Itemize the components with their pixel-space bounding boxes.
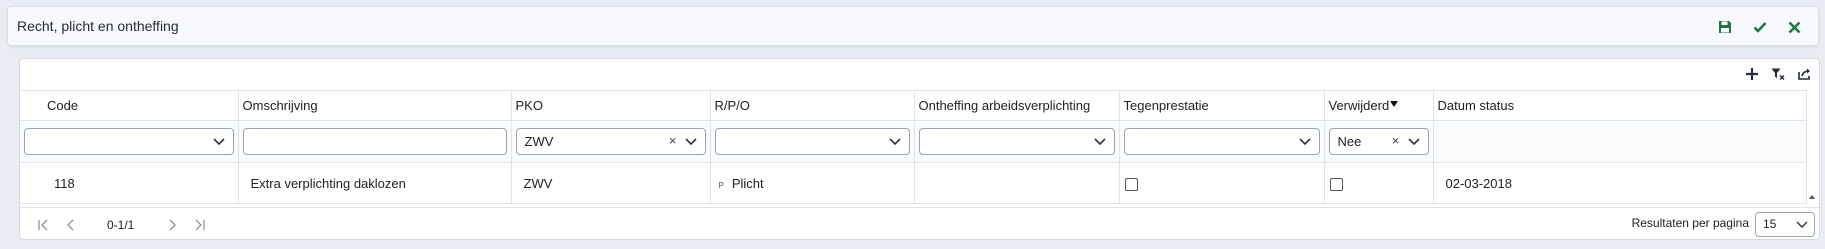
chevron-left-icon	[67, 219, 74, 231]
last-page-button[interactable]	[186, 216, 214, 234]
header-row: Code Omschrijving PKO R/P/O Ontheffing a…	[20, 90, 1807, 121]
cell-pko: ZWV	[511, 162, 711, 204]
chevron-down-icon	[888, 138, 901, 146]
code-filter-select[interactable]	[24, 128, 234, 155]
chevron-down-icon	[684, 138, 697, 146]
table-row[interactable]: 118 Extra verplichting daklozen ZWV P Pli…	[20, 162, 1807, 204]
column-header-datum-status[interactable]: Datum status	[1433, 90, 1807, 121]
check-icon	[1753, 22, 1766, 33]
clear-filter-button[interactable]	[1767, 64, 1789, 84]
next-page-button[interactable]	[158, 216, 186, 234]
chevron-down-icon	[1093, 138, 1106, 146]
save-icon	[1718, 21, 1731, 33]
close-button[interactable]	[1777, 16, 1812, 38]
filter-cell-tegenprestatie	[1119, 120, 1325, 163]
data-table: Code Omschrijving PKO R/P/O Ontheffing a…	[20, 90, 1807, 204]
prev-page-button[interactable]	[57, 216, 85, 234]
chevron-down-icon	[1796, 221, 1808, 228]
pager-info: 0-1/1	[107, 218, 135, 232]
filter-cell-pko: ZWV ×	[511, 120, 711, 163]
pko-filter-clear-button[interactable]: ×	[669, 133, 677, 148]
pko-filter-value: ZWV	[524, 134, 554, 149]
filter-row: ZWV × Nee ×	[20, 120, 1807, 163]
page-title: Recht, plicht en ontheffing	[17, 18, 179, 34]
per-page-select[interactable]: 15	[1755, 212, 1815, 237]
cell-ontheffing	[914, 162, 1120, 204]
verwijderd-filter-clear-button[interactable]: ×	[1392, 133, 1400, 148]
pko-filter-select[interactable]: ZWV ×	[515, 128, 706, 155]
chevron-right-icon	[169, 219, 177, 231]
chevron-down-icon	[1298, 138, 1311, 146]
first-page-icon	[38, 219, 48, 231]
grid-toolbar	[1741, 64, 1815, 84]
omschrijving-filter-input[interactable]	[242, 128, 507, 155]
filter-cell-omschrijving	[238, 120, 512, 163]
first-page-button[interactable]	[29, 216, 57, 234]
pager-nav: 0-1/1	[29, 216, 214, 234]
cell-datum-status: 02-03-2018	[1433, 162, 1807, 204]
rpo-label: Plicht	[731, 175, 764, 191]
grid-panel: Code Omschrijving PKO R/P/O Ontheffing a…	[19, 58, 1820, 240]
cell-code: 118	[20, 162, 239, 204]
column-header-tegenprestatie[interactable]: Tegenprestatie	[1119, 90, 1325, 121]
pager: 0-1/1 Resultaten per pagina 15	[20, 207, 1819, 239]
filter-cell-code	[20, 120, 239, 163]
last-page-icon	[195, 219, 206, 231]
column-header-code[interactable]: Code	[20, 90, 239, 121]
tegenprestatie-filter-select[interactable]	[1123, 128, 1320, 155]
add-button[interactable]	[1741, 64, 1763, 84]
close-icon	[1788, 21, 1801, 33]
save-button[interactable]	[1707, 16, 1742, 38]
cell-rpo: P Plicht	[710, 162, 915, 204]
column-header-pko[interactable]: PKO	[511, 90, 711, 121]
tegenprestatie-checkbox[interactable]	[1124, 177, 1138, 191]
filter-cell-ontheffing	[914, 120, 1120, 163]
header-panel: Recht, plicht en ontheffing	[7, 6, 1819, 46]
column-header-rpo[interactable]: R/P/O	[710, 90, 915, 121]
sort-desc-icon	[1390, 101, 1399, 107]
cell-omschrijving: Extra verplichting daklozen	[238, 162, 512, 204]
plus-icon	[1746, 68, 1758, 80]
chevron-down-icon	[1407, 138, 1420, 146]
rpo-filter-select[interactable]	[714, 128, 910, 155]
filter-cell-verwijderd: Nee ×	[1324, 120, 1434, 163]
column-header-verwijderd-label: Verwijderd	[1328, 98, 1390, 113]
cell-tegenprestatie	[1119, 162, 1325, 204]
verwijderd-checkbox[interactable]	[1329, 177, 1343, 191]
per-page-label: Resultaten per pagina	[1631, 216, 1749, 230]
column-header-omschrijving[interactable]: Omschrijving	[238, 90, 512, 121]
per-page-value: 15	[1763, 217, 1777, 231]
export-icon	[1797, 68, 1810, 80]
cell-verwijderd	[1324, 162, 1434, 204]
filter-clear-icon	[1771, 68, 1785, 80]
export-button[interactable]	[1793, 64, 1815, 84]
verwijderd-filter-select[interactable]: Nee ×	[1328, 128, 1429, 155]
filter-cell-datum-status	[1433, 120, 1807, 163]
filter-cell-rpo	[710, 120, 915, 163]
ontheffing-filter-select[interactable]	[918, 128, 1115, 155]
verwijderd-filter-value: Nee	[1337, 134, 1362, 149]
rpo-badge: P	[718, 180, 724, 190]
column-header-ontheffing[interactable]: Ontheffing arbeidsverplichting	[914, 90, 1120, 121]
chevron-down-icon	[212, 138, 225, 146]
confirm-button[interactable]	[1742, 16, 1777, 38]
scroll-up-icon	[1809, 195, 1815, 199]
column-header-verwijderd[interactable]: Verwijderd	[1324, 90, 1434, 121]
header-actions	[1707, 16, 1812, 38]
